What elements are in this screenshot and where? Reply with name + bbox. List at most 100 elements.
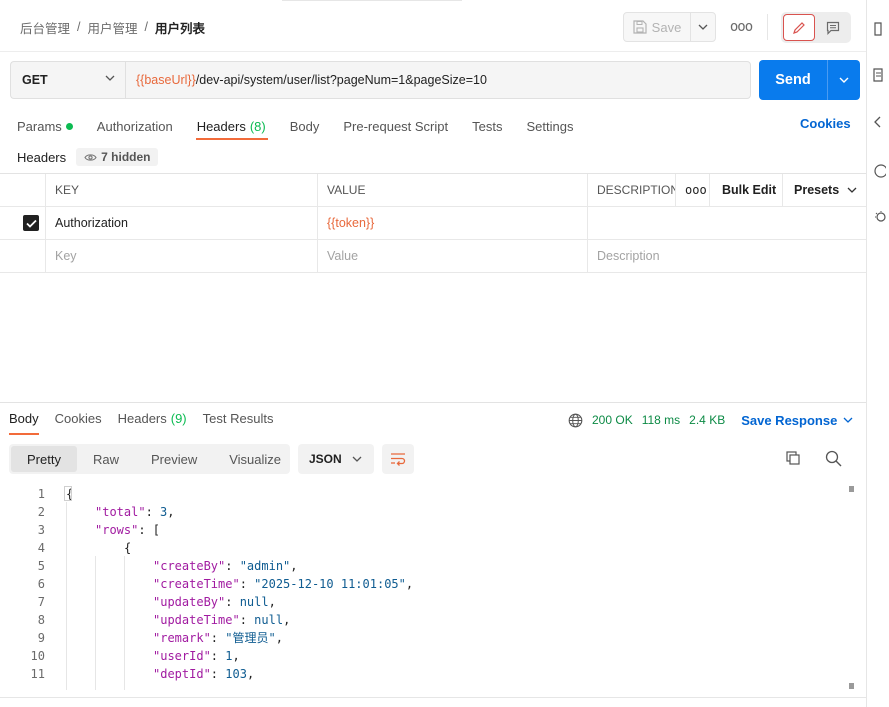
more-actions-button[interactable]: ooo <box>730 17 753 37</box>
response-tab-cookies[interactable]: Cookies <box>55 411 102 429</box>
row-checkbox[interactable] <box>0 207 45 239</box>
token: null <box>239 595 269 609</box>
send-options-button[interactable] <box>827 60 860 100</box>
hidden-count: 7 hidden <box>101 150 151 164</box>
scrollbar[interactable] <box>847 484 855 690</box>
search-icon[interactable] <box>825 450 842 467</box>
chevron-left-icon[interactable] <box>873 116 883 128</box>
breadcrumb-item-folder[interactable]: 用户管理 <box>88 18 138 37</box>
edit-mode-button[interactable] <box>783 14 815 41</box>
scroll-down-arrow[interactable] <box>849 683 854 689</box>
url-input[interactable]: {{baseUrl}}/dev-api/system/user/list?pag… <box>125 61 751 99</box>
breadcrumb-item-current[interactable]: 用户列表 <box>155 18 205 37</box>
tab-label: Tests <box>472 118 503 134</box>
new-key-input[interactable]: Key <box>45 240 317 272</box>
response-tab-test-results[interactable]: Test Results <box>203 411 274 429</box>
presets-dropdown[interactable]: Presets <box>782 174 866 206</box>
code-line: 4{ <box>0 539 845 557</box>
token: "updateTime" <box>153 613 240 627</box>
chevron-down-icon <box>839 77 849 83</box>
token: , <box>167 505 175 519</box>
format-label: JSON <box>309 452 342 466</box>
save-button[interactable]: Save <box>624 13 691 41</box>
request-tabs: Params Authorization Headers (8) Body Pre-req… <box>17 116 597 136</box>
response-tab-body[interactable]: Body <box>9 411 39 429</box>
tab-authorization[interactable]: Authorization <box>97 116 173 136</box>
chevron-down-icon <box>698 24 708 30</box>
hidden-headers-toggle[interactable]: 7 hidden <box>76 148 159 166</box>
token: 103 <box>225 667 247 681</box>
save-label: Save <box>651 19 682 35</box>
breadcrumb-separator: / <box>144 20 148 34</box>
tab-tests[interactable]: Tests <box>472 116 502 136</box>
scroll-up-arrow[interactable] <box>849 486 854 492</box>
code-icon[interactable] <box>872 22 884 36</box>
token: : <box>225 595 240 609</box>
header-description-cell[interactable] <box>587 207 866 239</box>
code-line: 2 "total": 3, <box>0 503 845 521</box>
token: : [ <box>138 523 161 537</box>
column-options-button[interactable]: ooo <box>675 174 709 206</box>
code-text: "updateTime": null, <box>153 611 290 629</box>
view-tab-raw[interactable]: Raw <box>77 446 135 472</box>
column-header-value: VALUE <box>317 174 587 206</box>
tab-body[interactable]: Body <box>290 116 320 136</box>
documentation-mode-button[interactable] <box>817 14 849 41</box>
tab-params[interactable]: Params <box>17 116 73 136</box>
code-line: 10 "userId": 1, <box>0 647 845 665</box>
globe-icon[interactable] <box>568 413 583 428</box>
document-icon[interactable] <box>872 68 884 82</box>
status-bar <box>0 697 866 707</box>
save-response-button[interactable]: Save Response <box>741 413 853 428</box>
new-value-input[interactable]: Value <box>317 240 587 272</box>
response-size[interactable]: 2.4 KB <box>689 413 725 427</box>
token: "createTime" <box>153 577 240 591</box>
method-label: GET <box>22 73 48 87</box>
wrap-lines-button[interactable] <box>382 444 414 474</box>
light-bulb-icon[interactable] <box>872 210 886 224</box>
line-number: 9 <box>37 631 45 645</box>
line-number: 7 <box>37 595 45 609</box>
code-line: 11 "deptId": 103, <box>0 665 845 683</box>
token: : <box>239 577 255 591</box>
response-tab-headers[interactable]: Headers (9) <box>118 411 187 429</box>
tab-label: Authorization <box>96 118 173 134</box>
code-text: "remark": "管理员", <box>153 629 283 647</box>
new-description-input[interactable]: Description <box>587 240 866 272</box>
tab-label: Body <box>289 118 320 134</box>
view-tab-pretty[interactable]: Pretty <box>11 446 77 472</box>
tab-label: Settings <box>526 118 574 134</box>
copy-icon[interactable] <box>785 450 801 466</box>
status-code[interactable]: 200 OK <box>592 413 633 427</box>
save-options-button[interactable] <box>691 13 715 41</box>
method-select[interactable]: GET <box>10 61 125 99</box>
token: , <box>268 595 276 609</box>
code-text: "createTime": "2025-12-10 11:01:05", <box>153 575 413 593</box>
cookies-link[interactable]: Cookies <box>800 116 851 131</box>
tab-pre-request-script[interactable]: Pre-request Script <box>343 116 448 136</box>
token: , <box>405 577 414 591</box>
line-number: 3 <box>37 523 45 537</box>
tab-headers[interactable]: Headers (8) <box>197 116 266 136</box>
code-line: 5 "createBy": "admin", <box>0 557 845 575</box>
view-tab-preview[interactable]: Preview <box>135 446 213 472</box>
info-icon[interactable] <box>872 164 886 178</box>
view-tab-visualize[interactable]: Visualize <box>213 446 297 472</box>
code-line: 8 "updateTime": null, <box>0 611 845 629</box>
right-sidebar <box>866 0 889 707</box>
table-row: Authorization {{token}} <box>0 207 866 240</box>
checkbox-checked[interactable] <box>23 215 39 231</box>
send-button[interactable]: Send <box>759 60 827 100</box>
format-select[interactable]: JSON <box>298 444 374 474</box>
pane-resize-handle[interactable] <box>0 402 866 403</box>
column-header-description: DESCRIPTION <box>587 174 675 206</box>
response-time[interactable]: 118 ms <box>642 413 680 427</box>
bulk-edit-button[interactable]: Bulk Edit <box>709 174 782 206</box>
header-key-cell[interactable]: Authorization <box>45 207 317 239</box>
breadcrumb-item-root[interactable]: 后台管理 <box>20 18 70 37</box>
response-body-editor[interactable]: 1{2 "total": 3, 3 "rows": [4{5 "createBy": "… <box>0 484 845 690</box>
tab-settings[interactable]: Settings <box>526 116 573 136</box>
header-value-cell[interactable]: {{token}} <box>317 207 587 239</box>
token: , <box>275 631 283 645</box>
comment-icon <box>826 21 840 35</box>
